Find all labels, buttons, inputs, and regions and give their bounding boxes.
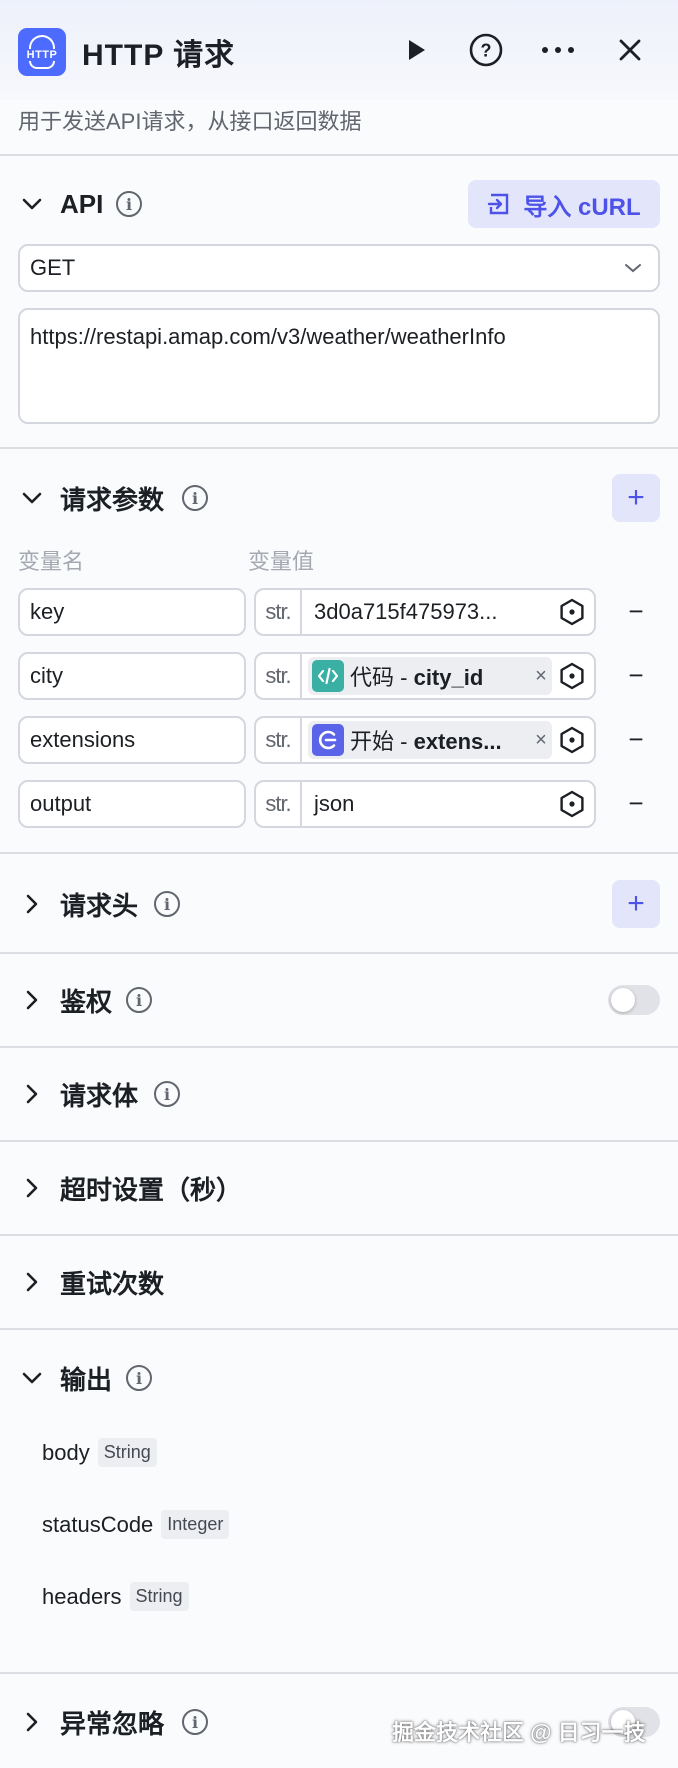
divider [0,1672,678,1674]
auth-section-header[interactable]: 鉴权 i [0,975,678,1025]
param-value-input[interactable]: str. 3d0a715f475973... [254,588,596,636]
param-value-input[interactable]: str. json [254,780,596,828]
type-badge: String [97,1438,157,1467]
column-header-name: 变量名 [18,549,85,574]
chevron-down-icon[interactable] [20,1366,44,1390]
variable-ref-icon[interactable] [558,598,586,626]
divider [0,1140,678,1142]
remove-param-button[interactable]: − [624,660,648,691]
divider [0,1328,678,1330]
type-tag: str. [256,654,302,698]
info-icon[interactable]: i [182,1709,208,1735]
body-section-header[interactable]: 请求体 i [0,1069,678,1119]
params-section-header[interactable]: 请求参数 i + [0,473,678,523]
http-logo-icon: HTTP [18,28,66,76]
chevron-down-icon[interactable] [20,192,44,216]
info-icon[interactable]: i [126,987,152,1013]
remove-param-button[interactable]: − [624,596,648,627]
divider [0,1046,678,1048]
start-node-icon [312,724,344,756]
column-header-value: 变量值 [248,549,315,574]
variable-chip[interactable]: 开始 - extens... × [308,721,552,759]
section-title: 异常忽略 [60,1708,165,1739]
close-icon[interactable]: × [530,665,552,688]
section-title: 超时设置（秒） [60,1174,243,1205]
remove-param-button[interactable]: − [624,724,648,755]
output-section-header[interactable]: 输出 i [0,1353,678,1403]
param-name-input[interactable]: extensions [18,716,246,764]
type-tag: str. [256,782,302,826]
section-title: 输出 [60,1364,113,1395]
divider [0,852,678,854]
param-value-input[interactable]: str. 开始 - extens... × [254,716,596,764]
param-name-input[interactable]: key [18,588,246,636]
param-name-input[interactable]: output [18,780,246,828]
add-header-button[interactable]: + [612,880,660,928]
import-curl-button[interactable]: 导入 cURL [468,180,660,228]
section-title: 鉴权 [60,986,113,1017]
chevron-right-icon[interactable] [20,1082,44,1106]
section-title: 请求体 [60,1080,139,1111]
type-tag: str. [256,718,302,762]
url-input[interactable]: https://restapi.amap.com/v3/weather/weat… [18,308,660,424]
chevron-down-icon [625,264,641,273]
info-icon[interactable]: i [116,191,142,217]
type-badge: Integer [161,1510,230,1539]
info-icon[interactable]: i [182,485,208,511]
code-node-icon [312,660,344,692]
output-field: statusCode Integer [42,1510,230,1539]
chevron-right-icon[interactable] [20,892,44,916]
chevron-right-icon[interactable] [20,988,44,1012]
section-title: 请求头 [60,890,139,921]
chevron-right-icon[interactable] [20,1270,44,1294]
close-icon[interactable]: × [530,729,552,752]
add-param-button[interactable]: + [612,474,660,522]
panel-title: HTTP 请求 [82,39,236,72]
panel-header: HTTP HTTP 请求 ? [0,0,678,100]
divider [0,154,678,156]
chevron-right-icon[interactable] [20,1710,44,1734]
panel-description: 用于发送API请求，从接口返回数据 [18,109,362,134]
variable-ref-icon[interactable] [558,662,586,690]
chevron-right-icon[interactable] [20,1176,44,1200]
help-icon[interactable]: ? [464,28,508,72]
info-icon[interactable]: i [154,891,180,917]
section-title: API [60,188,104,219]
timeout-section-header[interactable]: 超时设置（秒） [0,1163,678,1213]
divider [0,952,678,954]
import-icon [488,193,509,215]
run-icon[interactable] [394,28,438,72]
method-select[interactable]: GET [18,244,660,292]
variable-ref-icon[interactable] [558,790,586,818]
auth-toggle[interactable] [608,985,660,1015]
section-title: 重试次数 [60,1268,165,1299]
headers-section-header[interactable]: 请求头 i + [0,879,678,929]
divider [0,1234,678,1236]
http-request-panel: HTTP HTTP 请求 ? 用于发送API请求，从接口返回数据 API i 导… [0,0,678,1768]
variable-chip[interactable]: 代码 - city_id × [308,657,552,695]
svg-text:?: ? [481,41,492,61]
param-value-input[interactable]: str. 代码 - city_id × [254,652,596,700]
info-icon[interactable]: i [154,1081,180,1107]
type-tag: str. [256,590,302,634]
info-icon[interactable]: i [126,1365,152,1391]
divider [0,447,678,449]
output-field: headers String [42,1582,189,1611]
param-name-input[interactable]: city [18,652,246,700]
remove-param-button[interactable]: − [624,788,648,819]
section-title: 请求参数 [60,484,165,515]
retry-section-header[interactable]: 重试次数 [0,1257,678,1307]
watermark: 掘金技术社区 @ 日习一技 [392,1720,646,1745]
close-icon[interactable] [608,28,652,72]
type-badge: String [129,1582,189,1611]
variable-ref-icon[interactable] [558,726,586,754]
chevron-down-icon[interactable] [20,486,44,510]
more-icon[interactable] [536,28,580,72]
output-field: body String [42,1438,157,1467]
